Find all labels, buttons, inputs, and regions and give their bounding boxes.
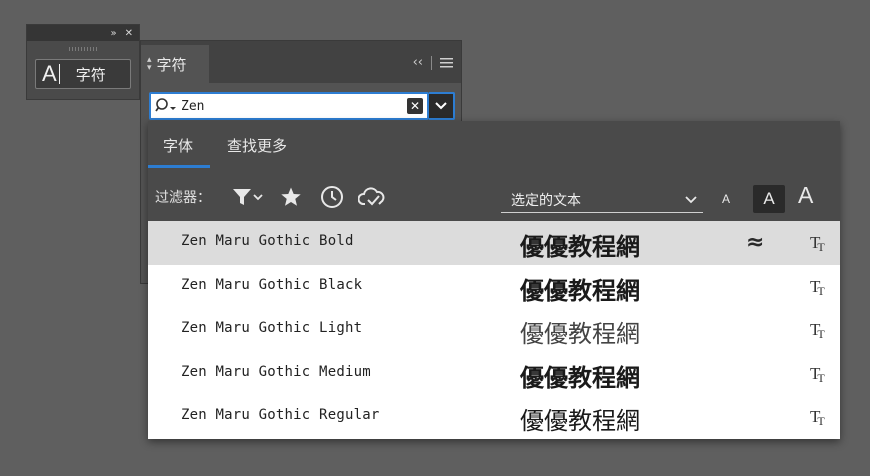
truetype-icon: TT [810,363,825,385]
drag-grip[interactable] [69,47,99,51]
truetype-icon: TT [810,407,825,428]
clock-icon[interactable] [320,185,344,209]
search-icon[interactable] [155,97,179,115]
preview-size-large-button[interactable]: A [798,182,813,209]
expand-panels-icon[interactable]: » [110,28,116,39]
collapsed-character-panel: » ✕ A 字符 [26,24,140,100]
font-name: Zen Maru Gothic Regular [181,407,380,423]
font-search-input[interactable]: Zen ✕ [149,92,429,120]
chevron-down-icon [435,102,447,110]
active-tab-indicator [148,165,210,168]
popup-tabs: 字体 查找更多 [148,121,840,173]
font-name: Zen Maru Gothic Medium [181,363,371,380]
tab-find-more[interactable]: 查找更多 [227,135,287,156]
truetype-icon: TT [810,233,825,254]
filter-label: 过滤器： [155,190,211,206]
font-row[interactable]: Zen Maru Gothic Black 優優教程網 TT [148,264,840,308]
truetype-icon: TT [810,276,825,298]
tab-character[interactable]: ▴ ▾ 字符 [141,45,209,83]
close-icon[interactable]: ✕ [125,28,133,39]
font-sample: 優優教程網 [520,407,640,435]
similar-fonts-icon[interactable]: ≈ [746,230,764,255]
text-cursor-icon: A [42,61,57,86]
font-name: Zen Maru Gothic Bold [181,233,354,249]
character-panel-button[interactable]: A 字符 [35,59,131,89]
font-row[interactable]: Zen Maru Gothic Light 優優教程網 TT [148,308,840,352]
chevron-down-icon [685,195,697,203]
font-list-dropdown-button[interactable] [429,92,455,120]
text-cursor-bar [58,64,60,84]
preview-text-value: 选定的文本 [511,192,581,209]
clear-search-icon[interactable]: ✕ [407,98,423,114]
font-row[interactable]: Zen Maru Gothic Regular 優優教程網 TT [148,395,840,439]
font-sample: 優優教程網 [520,320,640,348]
search-value[interactable]: Zen [181,99,407,114]
font-name: Zen Maru Gothic Light [181,320,363,336]
font-row[interactable]: Zen Maru Gothic Bold 優優教程網 ≈ TT [148,221,840,265]
preview-text-select[interactable]: 选定的文本 [501,187,703,213]
panel-header-controls: ‹‹ [413,55,453,70]
preview-size-medium-button[interactable]: A [753,185,785,213]
panel-header: ▴ ▾ 字符 ‹‹ [141,41,461,83]
filter-icon[interactable] [232,185,264,209]
character-panel-label: 字符 [75,65,106,84]
font-sample: 優優教程網 [520,233,640,261]
font-list: Zen Maru Gothic Bold 優優教程網 ≈ TT Zen Maru… [148,221,840,439]
collapse-icon[interactable]: ‹‹ [413,55,423,70]
tab-fonts[interactable]: 字体 [163,135,193,156]
font-list-popup: 字体 查找更多 过滤器： 选定的文本 A A A Zen Maru Gothic… [148,121,840,439]
divider [431,55,432,70]
cloud-icon[interactable] [358,185,386,209]
star-icon[interactable] [280,185,302,209]
panel-menu-icon[interactable] [440,57,453,68]
mini-panel-titlebar: » ✕ [27,25,139,41]
filter-bar: 过滤器： 选定的文本 A A A [148,173,840,221]
font-sample: 優優教程網 [520,363,640,392]
truetype-icon: TT [810,320,825,341]
font-sample: 優優教程網 [520,276,640,305]
font-row[interactable]: Zen Maru Gothic Medium 優優教程網 TT [148,351,840,395]
up-down-arrows-icon: ▴ ▾ [147,54,152,73]
preview-size-small-button[interactable]: A [722,192,730,206]
font-name: Zen Maru Gothic Black [181,276,363,293]
panel-title: 字符 [156,55,187,74]
